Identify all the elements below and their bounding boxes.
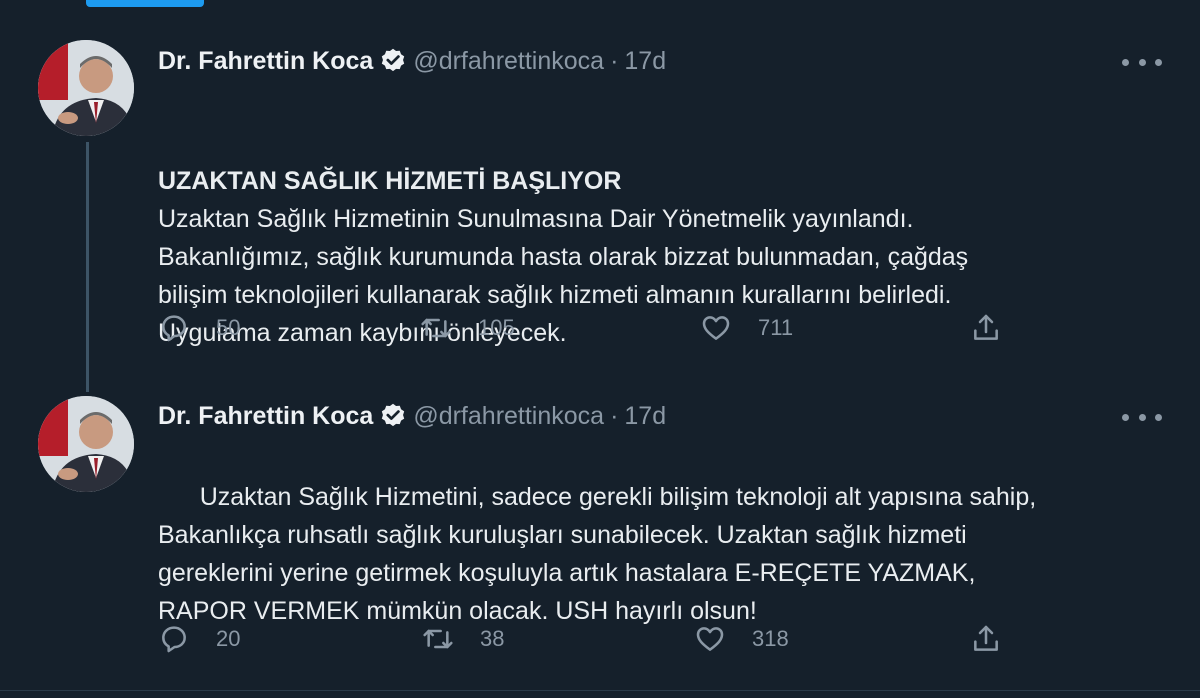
like-button[interactable]: 318: [694, 623, 789, 655]
share-button[interactable]: [970, 312, 1002, 344]
reply-button[interactable]: 50: [158, 312, 240, 344]
twitter-thread: Dr. Fahrettin Koca @drfahrettinkoca · 17…: [0, 0, 1200, 698]
tweet-header: Dr. Fahrettin Koca @drfahrettinkoca · 17…: [158, 43, 666, 79]
tweet-header: Dr. Fahrettin Koca @drfahrettinkoca · 17…: [158, 398, 666, 434]
avatar[interactable]: [38, 396, 134, 492]
retweet-icon: [420, 312, 452, 344]
reply-icon: [158, 312, 190, 344]
retweet-count: 105: [478, 315, 515, 340]
tweet-body: Uzaktan Sağlık Hizmetini, sadece gerekli…: [158, 483, 1037, 625]
timestamp[interactable]: 17d: [624, 402, 666, 431]
verified-badge-icon: [379, 402, 407, 430]
reply-count: 50: [216, 315, 241, 340]
tweet-title: UZAKTAN SAĞLIK HİZMETİ BAŞLIYOR: [158, 167, 622, 195]
tab-indicator: [86, 0, 204, 7]
tweet-text: Uzaktan Sağlık Hizmetini, sadece gerekli…: [158, 440, 1168, 668]
share-icon: [970, 623, 1002, 655]
separator-dot: ·: [610, 46, 619, 75]
avatar[interactable]: [38, 40, 134, 136]
author-handle[interactable]: @drfahrettinkoca: [413, 47, 604, 76]
share-icon: [970, 312, 1002, 344]
tweet-body: Uzaktan Sağlık Hizmetinin Sunulmasına Da…: [158, 205, 969, 347]
retweet-icon: [422, 623, 454, 655]
retweet-button[interactable]: 105: [420, 312, 515, 344]
share-button[interactable]: [970, 623, 1002, 655]
tweet-text: UZAKTAN SAĞLIK HİZMETİ BAŞLIYOR Uzaktan S…: [158, 86, 1168, 390]
author-handle[interactable]: @drfahrettinkoca: [413, 402, 604, 431]
more-icon[interactable]: [1122, 407, 1162, 427]
like-button[interactable]: 711: [700, 312, 793, 344]
retweet-count: 38: [480, 626, 505, 651]
reply-button[interactable]: 20: [158, 623, 240, 655]
retweet-button[interactable]: 38: [422, 623, 504, 655]
verified-badge-icon: [379, 47, 407, 75]
thread-connector-line: [86, 142, 89, 392]
more-icon[interactable]: [1122, 52, 1162, 72]
reply-count: 20: [216, 626, 241, 651]
tweet-divider: [0, 690, 1200, 691]
reply-icon: [158, 623, 190, 655]
heart-icon: [700, 312, 732, 344]
timestamp[interactable]: 17d: [624, 47, 666, 76]
heart-icon: [694, 623, 726, 655]
author-name[interactable]: Dr. Fahrettin Koca: [158, 402, 373, 431]
separator-dot: ·: [610, 401, 619, 430]
like-count: 318: [752, 626, 789, 651]
like-count: 711: [758, 315, 794, 340]
author-name[interactable]: Dr. Fahrettin Koca: [158, 47, 373, 76]
